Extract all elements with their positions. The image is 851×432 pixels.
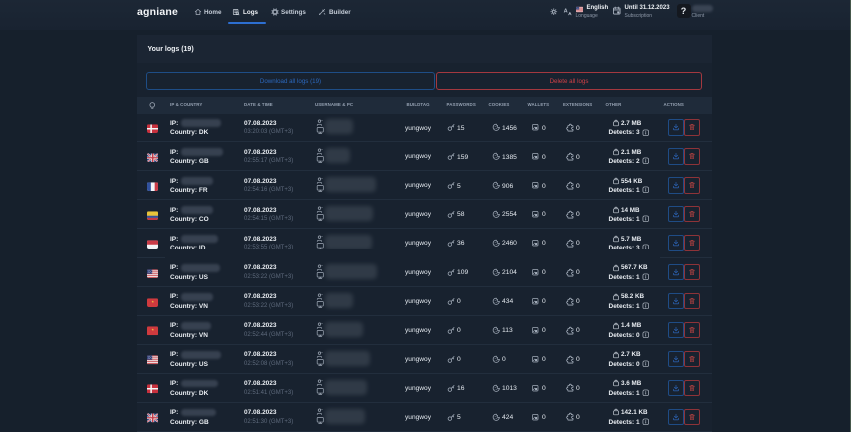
svg-text:A: A [563, 9, 567, 15]
